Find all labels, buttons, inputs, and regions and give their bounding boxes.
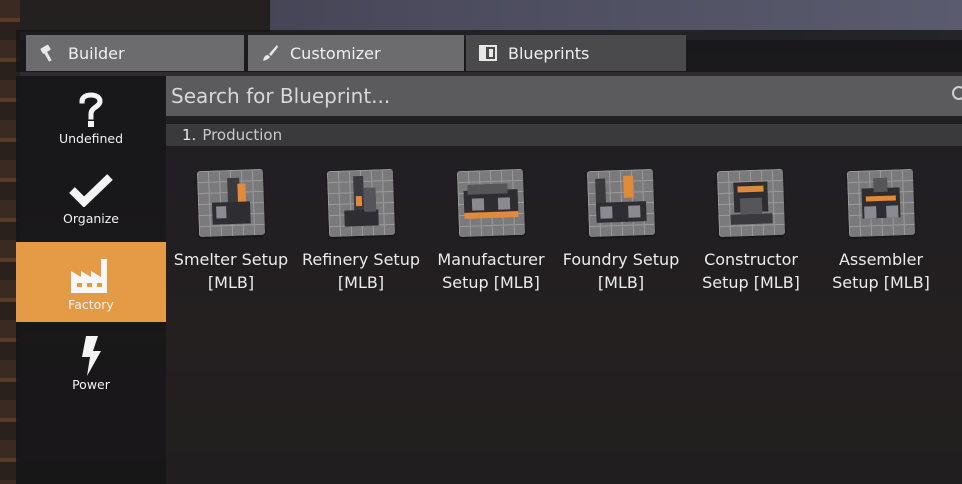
lightning-icon <box>67 336 115 376</box>
item-label: Manufacturer Setup [MLB] <box>437 250 545 292</box>
sidebar-item-organize[interactable]: Organize <box>16 156 166 236</box>
sidebar-item-factory[interactable]: Factory <box>16 242 166 322</box>
tab-blueprints[interactable]: Blueprints <box>466 35 686 71</box>
blueprint-item-assembler[interactable]: Assembler Setup [MLB] <box>816 168 946 294</box>
sidebar-item-label: Undefined <box>58 131 124 146</box>
blueprint-icon <box>478 43 498 63</box>
factory-icon <box>67 256 115 296</box>
tab-customizer-label: Customizer <box>290 43 381 63</box>
tab-blueprints-label: Blueprints <box>508 43 590 63</box>
blueprint-item-refinery[interactable]: Refinery Setup [MLB] <box>296 168 426 294</box>
tab-builder[interactable]: Builder <box>26 35 244 71</box>
sidebar-item-label: Organize <box>63 211 119 226</box>
item-label: Foundry Setup [MLB] <box>562 250 680 292</box>
item-label: Assembler Setup [MLB] <box>832 250 930 292</box>
tab-customizer[interactable]: Customizer <box>248 35 464 71</box>
assembler-thumbnail-icon <box>846 168 916 238</box>
item-label: Refinery Setup [MLB] <box>301 250 420 292</box>
foundry-thumbnail-icon <box>586 168 656 238</box>
sidebar-item-undefined[interactable]: Undefined <box>16 76 166 156</box>
item-label: Smelter Setup [MLB] <box>173 250 289 292</box>
smelter-thumbnail-icon <box>196 168 266 238</box>
manufacturer-thumbnail-icon <box>456 168 526 238</box>
search-bar <box>166 76 962 116</box>
item-label: Constructor Setup [MLB] <box>702 250 800 292</box>
blueprint-item-manufacturer[interactable]: Manufacturer Setup [MLB] <box>426 168 556 294</box>
section-number: 1. <box>182 126 197 144</box>
tab-bar: Builder Customizer Blueprints <box>16 30 962 72</box>
hammer-icon <box>38 43 58 63</box>
checkmark-icon <box>67 170 115 210</box>
constructor-thumbnail-icon <box>716 168 786 238</box>
sidebar-item-label: Factory <box>68 297 114 312</box>
blueprint-item-foundry[interactable]: Foundry Setup [MLB] <box>556 168 686 294</box>
search-icon[interactable] <box>952 86 962 100</box>
category-sidebar: Undefined Organize Factory Power <box>16 76 166 484</box>
refinery-thumbnail-icon <box>326 168 396 238</box>
game-world-structure <box>20 0 270 32</box>
search-input[interactable] <box>171 76 931 116</box>
blueprint-item-smelter[interactable]: Smelter Setup [MLB] <box>166 168 296 294</box>
brush-icon <box>260 43 280 63</box>
section-header[interactable]: 1. Production <box>166 124 962 146</box>
section-title: Production <box>202 126 283 144</box>
blueprint-item-constructor[interactable]: Constructor Setup [MLB] <box>686 168 816 294</box>
tab-builder-label: Builder <box>68 43 125 63</box>
sidebar-item-label: Power <box>72 377 110 392</box>
blueprint-panel: 1. Production Smelter Setup[MLB] Refiner… <box>166 76 962 484</box>
question-icon <box>67 90 115 130</box>
sidebar-item-power[interactable]: Power <box>16 322 166 402</box>
